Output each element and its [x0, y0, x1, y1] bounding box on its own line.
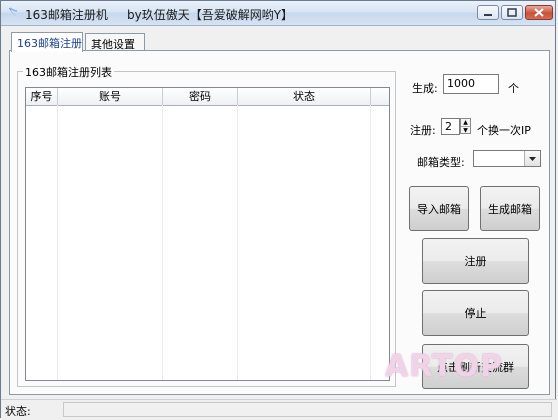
list-header: 序号 账号 密码 状态 — [26, 88, 389, 106]
import-mailbox-button[interactable]: 导入邮箱 — [409, 186, 469, 231]
main-window: 163邮箱注册机 by玖伍傲天【吾爱破解网哟Y】 163邮箱注册 其他设置 16… — [0, 0, 557, 419]
title-bar[interactable]: 163邮箱注册机 by玖伍傲天【吾爱破解网哟Y】 — [1, 1, 555, 26]
register-button[interactable]: 注册 — [422, 238, 529, 284]
spin-down-icon[interactable]: ▼ — [461, 127, 470, 134]
account-list[interactable]: 序号 账号 密码 状态 — [25, 87, 390, 381]
column-header-index[interactable]: 序号 — [26, 88, 58, 105]
column-divider — [57, 105, 58, 380]
mailtype-label: 邮箱类型: — [417, 156, 465, 169]
tab-other-settings[interactable]: 其他设置 — [85, 33, 145, 51]
close-icon — [534, 8, 544, 17]
spin-up-icon[interactable]: ▲ — [461, 119, 470, 127]
minimize-button[interactable] — [477, 5, 499, 20]
column-divider — [237, 105, 238, 380]
column-divider — [162, 105, 163, 380]
generate-mailbox-button[interactable]: 生成邮箱 — [480, 186, 540, 231]
status-panel — [63, 402, 552, 417]
register-count-input[interactable]: 2 — [441, 118, 460, 135]
generate-count-input[interactable]: 1000 — [443, 74, 499, 94]
mailtype-select[interactable] — [473, 150, 541, 167]
chevron-down-icon — [529, 157, 536, 161]
maximize-button[interactable] — [501, 5, 523, 20]
register-suffix: 个换一次IP — [477, 124, 531, 137]
tab-label: 163邮箱注册 — [17, 37, 82, 50]
tab-163-register[interactable]: 163邮箱注册 — [11, 32, 83, 52]
register-label: 注册: — [410, 124, 436, 137]
column-header-account[interactable]: 账号 — [58, 88, 163, 105]
window-title: 163邮箱注册机 by玖伍傲天【吾爱破解网哟Y】 — [25, 8, 294, 22]
close-button[interactable] — [525, 5, 553, 20]
status-label: 状态: — [5, 405, 31, 418]
status-bar: 状态: — [1, 399, 557, 419]
column-header-password[interactable]: 密码 — [163, 88, 238, 105]
group-label: 163邮箱注册列表 — [23, 64, 114, 80]
dropdown-button[interactable] — [524, 151, 540, 166]
column-header-status[interactable]: 状态 — [238, 88, 371, 105]
column-header-filler — [371, 88, 389, 105]
maximize-icon — [507, 8, 517, 17]
column-divider — [370, 105, 371, 380]
app-icon — [9, 7, 18, 17]
generate-unit: 个 — [508, 82, 519, 95]
minimize-icon — [484, 14, 492, 16]
register-count-spinner[interactable]: ▲ ▼ — [460, 118, 471, 134]
stop-button[interactable]: 停止 — [422, 290, 529, 336]
generate-label: 生成: — [412, 82, 438, 95]
refresh-group-button[interactable]: 点击刷新交流群 — [422, 344, 529, 389]
